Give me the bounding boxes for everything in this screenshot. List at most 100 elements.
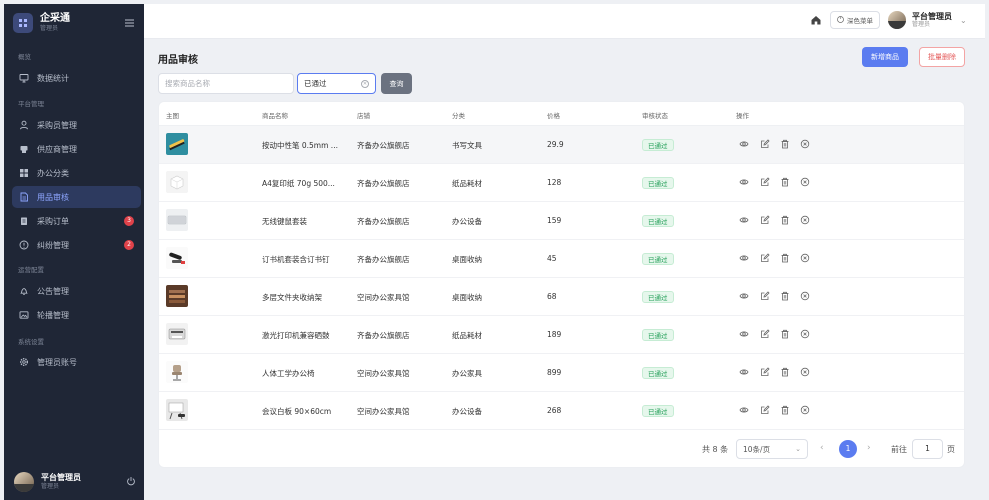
edit-icon[interactable] <box>760 215 770 225</box>
delete-icon[interactable] <box>780 215 790 225</box>
status-badge: 已通过 <box>642 139 674 151</box>
view-icon[interactable] <box>739 139 749 149</box>
query-button[interactable]: 查询 <box>381 73 412 94</box>
sidebar-item-announcements[interactable]: 公告管理 <box>12 280 141 302</box>
view-icon[interactable] <box>739 405 749 415</box>
product-name: 多层文件夹收纳架 <box>262 293 322 302</box>
product-thumbnail <box>166 209 188 231</box>
disable-icon[interactable] <box>800 367 810 377</box>
product-thumbnail <box>166 323 188 345</box>
sidebar-item-label: 公告管理 <box>37 286 69 296</box>
view-icon[interactable] <box>739 367 749 377</box>
sidebar-item-stats[interactable]: 数据统计 <box>12 67 141 89</box>
product-name: 无线键鼠套装 <box>262 217 307 226</box>
sidebar-item-categories[interactable]: 办公分类 <box>12 162 141 184</box>
status-badge: 已通过 <box>642 291 674 303</box>
delete-icon[interactable] <box>780 139 790 149</box>
edit-icon[interactable] <box>760 253 770 263</box>
add-product-button[interactable]: 新增商品 <box>862 47 908 67</box>
disable-icon[interactable] <box>800 405 810 415</box>
sidebar-item-label: 办公分类 <box>37 168 69 178</box>
group-label-platform: 平台管理 <box>18 100 44 108</box>
search-input[interactable] <box>158 73 294 94</box>
disable-icon[interactable] <box>800 291 810 301</box>
disable-icon[interactable] <box>800 139 810 149</box>
delete-icon[interactable] <box>780 329 790 339</box>
sidebar-item-buyers[interactable]: 采购员管理 <box>12 114 141 136</box>
dispute-count-badge: 2 <box>124 240 134 250</box>
edit-icon[interactable] <box>760 177 770 187</box>
edit-icon[interactable] <box>760 291 770 301</box>
view-icon[interactable] <box>739 291 749 301</box>
view-icon[interactable] <box>739 253 749 263</box>
page-number-button[interactable]: 1 <box>839 440 857 458</box>
edit-icon[interactable] <box>760 139 770 149</box>
info-circle-icon <box>19 240 29 250</box>
status-badge: 已通过 <box>642 215 674 227</box>
edit-icon[interactable] <box>760 367 770 377</box>
table-row: 订书机套装含订书钉 齐备办公旗舰店 桌面收纳 45 已通过 <box>159 240 964 278</box>
sidebar-item-orders[interactable]: 采购订单 3 <box>12 210 141 232</box>
category: 办公家具 <box>452 369 482 378</box>
delete-icon[interactable] <box>780 253 790 263</box>
category: 桌面收纳 <box>452 255 482 264</box>
disable-icon[interactable] <box>800 215 810 225</box>
disable-icon[interactable] <box>800 329 810 339</box>
group-label-system: 系统设置 <box>18 338 44 346</box>
goto-page-input[interactable]: 1 <box>912 439 943 459</box>
column-header-name: 商品名称 <box>262 112 288 120</box>
sidebar-item-suppliers[interactable]: 供应商管理 <box>12 138 141 160</box>
category: 纸品耗材 <box>452 179 482 188</box>
edit-icon[interactable] <box>760 405 770 415</box>
delete-icon[interactable] <box>780 367 790 377</box>
table-row: 按动中性笔 0.5mm ... 齐备办公旗舰店 书写文具 29.9 已通过 <box>159 126 964 164</box>
product-name: 人体工学办公椅 <box>262 369 315 378</box>
batch-delete-button[interactable]: 批量删除 <box>919 47 965 67</box>
delete-icon[interactable] <box>780 405 790 415</box>
product-name: 激光打印机兼容硒鼓 <box>262 331 330 340</box>
user-menu[interactable]: 平台管理员 管理员 ⌄ <box>888 11 967 29</box>
gear-icon <box>19 357 29 367</box>
sidebar-item-product-review[interactable]: 用品审核 <box>12 186 141 208</box>
page-size-value: 10条/页 <box>743 444 771 454</box>
product-thumbnail <box>166 399 188 421</box>
sidebar-user-role: 管理员 <box>41 483 60 490</box>
edit-icon[interactable] <box>760 329 770 339</box>
sidebar-item-label: 纠纷管理 <box>37 240 69 250</box>
palette-icon <box>837 15 844 25</box>
price: 268 <box>547 406 562 415</box>
sidebar-item-disputes[interactable]: 纠纷管理 2 <box>12 234 141 256</box>
topbar-user-name: 平台管理员 <box>912 11 952 21</box>
product-table: 主图 商品名称 店铺 分类 价格 审核状态 操作 按动中性笔 0.5mm ...… <box>158 101 965 468</box>
shop-name: 齐备办公旗舰店 <box>357 179 410 188</box>
prev-page-icon[interactable]: ‹ <box>820 443 824 453</box>
logout-icon[interactable] <box>126 476 136 488</box>
sidebar-item-carousel[interactable]: 轮播管理 <box>12 304 141 326</box>
status-badge: 已通过 <box>642 253 674 265</box>
theme-toggle-button[interactable]: 深色菜单 <box>830 11 880 29</box>
home-icon[interactable] <box>810 14 822 26</box>
status-select[interactable]: 已通过 ✕ <box>297 73 376 94</box>
page-size-select[interactable]: 10条/页 ⌄ <box>736 439 808 459</box>
clear-icon[interactable]: ✕ <box>361 79 369 88</box>
category: 书写文具 <box>452 141 482 150</box>
product-thumbnail <box>166 361 188 383</box>
view-icon[interactable] <box>739 329 749 339</box>
menu-collapse-icon[interactable] <box>123 17 135 29</box>
next-page-icon[interactable]: › <box>867 443 871 453</box>
product-thumbnail <box>166 247 188 269</box>
status-badge: 已通过 <box>642 367 674 379</box>
column-header-price: 价格 <box>547 112 560 120</box>
shop-icon <box>19 144 29 154</box>
status-badge: 已通过 <box>642 177 674 189</box>
order-count-badge: 3 <box>124 216 134 226</box>
delete-icon[interactable] <box>780 291 790 301</box>
disable-icon[interactable] <box>800 253 810 263</box>
view-icon[interactable] <box>739 177 749 187</box>
delete-icon[interactable] <box>780 177 790 187</box>
view-icon[interactable] <box>739 215 749 225</box>
shop-name: 空间办公家具馆 <box>357 369 410 378</box>
disable-icon[interactable] <box>800 177 810 187</box>
column-header-category: 分类 <box>452 112 465 120</box>
sidebar-item-admin-accounts[interactable]: 管理员账号 <box>12 351 141 373</box>
